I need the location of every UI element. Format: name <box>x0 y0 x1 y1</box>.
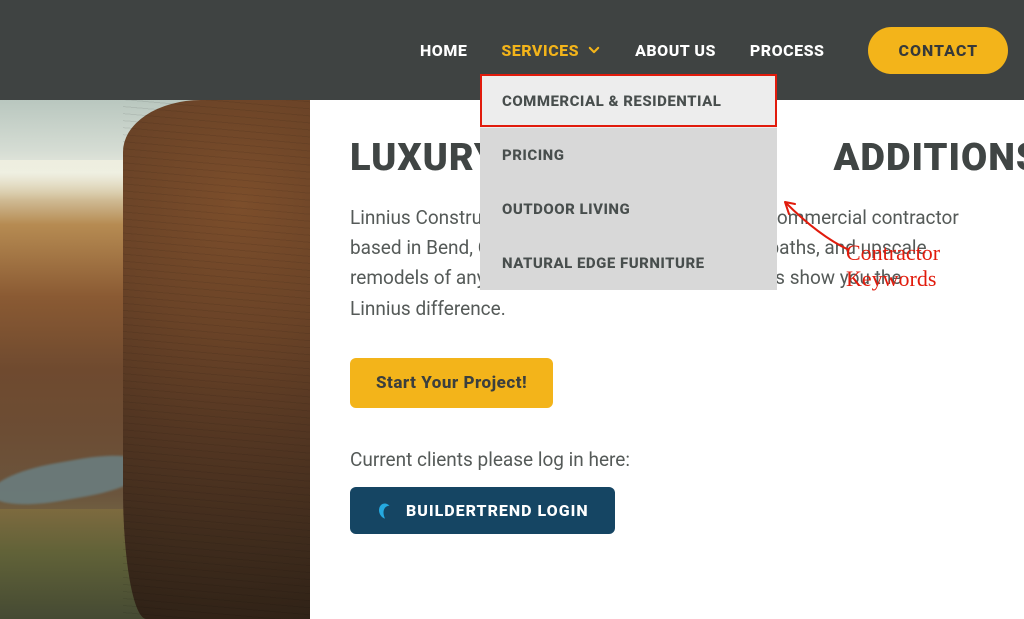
nav-label: ABOUT US <box>635 41 716 60</box>
dropdown-item-commercial-residential[interactable]: COMMERCIAL & RESIDENTIAL <box>480 74 777 128</box>
login-note: Current clients please log in here: <box>350 448 1024 471</box>
nav-item-process[interactable]: PROCESS <box>750 41 825 60</box>
hero-image <box>0 100 310 619</box>
dropdown-item-natural-edge-furniture[interactable]: NATURAL EDGE FURNITURE <box>480 236 777 290</box>
contact-button[interactable]: CONTACT <box>868 27 1008 74</box>
services-dropdown: COMMERCIAL & RESIDENTIAL PRICING OUTDOOR… <box>480 74 777 290</box>
nav-item-about[interactable]: ABOUT US <box>635 41 716 60</box>
dropdown-item-outdoor-living[interactable]: OUTDOOR LIVING <box>480 182 777 236</box>
dropdown-item-label: NATURAL EDGE FURNITURE <box>502 254 705 272</box>
start-project-button[interactable]: Start Your Project! <box>350 358 553 408</box>
buildertrend-logo-icon <box>376 502 394 520</box>
nav-label: HOME <box>420 41 467 60</box>
nav-item-home[interactable]: HOME <box>420 41 467 60</box>
dropdown-item-label: OUTDOOR LIVING <box>502 200 630 218</box>
buildertrend-login-button[interactable]: BUILDERTREND LOGIN <box>350 487 615 534</box>
chevron-down-icon <box>587 43 601 57</box>
login-button-label: BUILDERTREND LOGIN <box>406 501 589 520</box>
nav-label: PROCESS <box>750 41 825 60</box>
contact-label: CONTACT <box>898 41 978 60</box>
nav-label: SERVICES <box>501 41 579 60</box>
dropdown-item-label: PRICING <box>502 146 564 164</box>
nav-item-services[interactable]: SERVICES <box>501 41 601 60</box>
cta-label: Start Your Project! <box>376 373 527 393</box>
dropdown-item-pricing[interactable]: PRICING <box>480 128 777 182</box>
dropdown-item-label: COMMERCIAL & RESIDENTIAL <box>502 92 721 110</box>
